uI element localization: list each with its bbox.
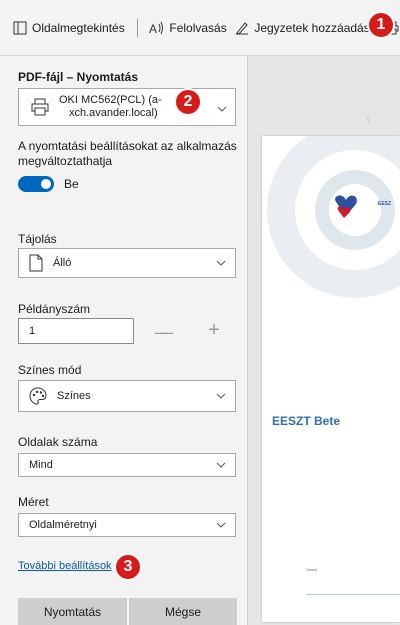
annotation-badge-3: 3 — [114, 553, 142, 581]
printer-name-line2: xch.avander.local) — [69, 107, 158, 119]
preview-footer-rule — [306, 594, 400, 595]
palette-icon — [29, 387, 47, 405]
cancel-button[interactable]: Mégse — [129, 598, 237, 625]
preview-page: EESZT Bete Verzió — [262, 136, 400, 622]
page-view-button[interactable]: Oldalmegtekintés — [12, 16, 125, 40]
portrait-page-icon — [29, 254, 43, 272]
previous-page-icon[interactable]: ‹ — [366, 110, 371, 126]
orientation-label: Tájolás — [18, 232, 57, 246]
pen-icon — [234, 20, 250, 36]
settings-note: A nyomtatási beállításokat az alkalmazás… — [18, 139, 237, 168]
printer-select[interactable]: OKI MC562(PCL) (a- xch.avander.local) — [18, 88, 236, 126]
printer-name-line1: OKI MC562(PCL) (a- — [59, 94, 162, 106]
page-view-label: Oldalmegtekintés — [32, 20, 125, 35]
pages-label: Oldalak száma — [18, 435, 98, 449]
preview-logo-text: EESZ — [378, 201, 392, 207]
chevron-down-icon — [207, 258, 235, 268]
read-aloud-icon: A — [149, 20, 165, 36]
annotation-badge-1: 1 — [367, 11, 395, 39]
printer-select-icon — [31, 98, 49, 116]
print-button[interactable]: Nyomtatás — [18, 598, 127, 625]
size-label: Méret — [18, 495, 49, 509]
read-aloud-label: Felolvasás — [169, 20, 227, 35]
decrement-button[interactable]: — — [154, 322, 174, 343]
chevron-down-icon — [207, 391, 235, 401]
preview-document-title: EESZT Bete — [272, 414, 341, 428]
page-view-icon — [12, 20, 28, 36]
preview-page-graphics — [267, 136, 400, 298]
panel-title: PDF-fájl – Nyomtatás — [18, 70, 139, 84]
app-settings-toggle[interactable] — [18, 176, 54, 192]
pages-select[interactable]: Mind — [18, 453, 236, 477]
toggle-row: Be — [18, 176, 79, 192]
copies-input[interactable]: 1 — [18, 318, 134, 344]
size-select[interactable]: Oldalméretnyi — [18, 513, 236, 537]
toolbar-divider — [136, 18, 138, 37]
chevron-down-icon — [207, 520, 235, 530]
toggle-label: Be — [64, 177, 79, 191]
orientation-select[interactable]: Álló — [18, 248, 236, 278]
toolbar: Oldalmegtekintés A Felolvasás Jegyzetek … — [0, 0, 400, 56]
add-notes-label: Jegyzetek hozzáadása — [254, 20, 377, 35]
printer-name: OKI MC562(PCL) (a- xch.avander.local) — [59, 94, 179, 120]
svg-text:A: A — [149, 22, 157, 35]
read-aloud-button[interactable]: A Felolvasás — [149, 16, 226, 40]
add-notes-button[interactable]: Jegyzetek hozzáadása — [234, 16, 376, 40]
orientation-value: Álló — [53, 257, 72, 269]
preview-footer-text: Verzió — [306, 567, 318, 572]
color-mode-label: Színes mód — [18, 363, 82, 377]
increment-button[interactable]: + — [204, 319, 224, 342]
more-settings-link[interactable]: További beállítások — [18, 560, 112, 572]
size-value: Oldalméretnyi — [29, 519, 97, 531]
color-mode-value: Színes — [57, 390, 91, 402]
color-mode-select[interactable]: Színes — [18, 380, 236, 412]
pages-value: Mind — [29, 459, 53, 471]
chevron-down-icon — [217, 101, 227, 119]
annotation-badge-2: 2 — [174, 88, 202, 116]
copies-label: Példányszám — [18, 302, 91, 316]
chevron-down-icon — [207, 460, 235, 470]
